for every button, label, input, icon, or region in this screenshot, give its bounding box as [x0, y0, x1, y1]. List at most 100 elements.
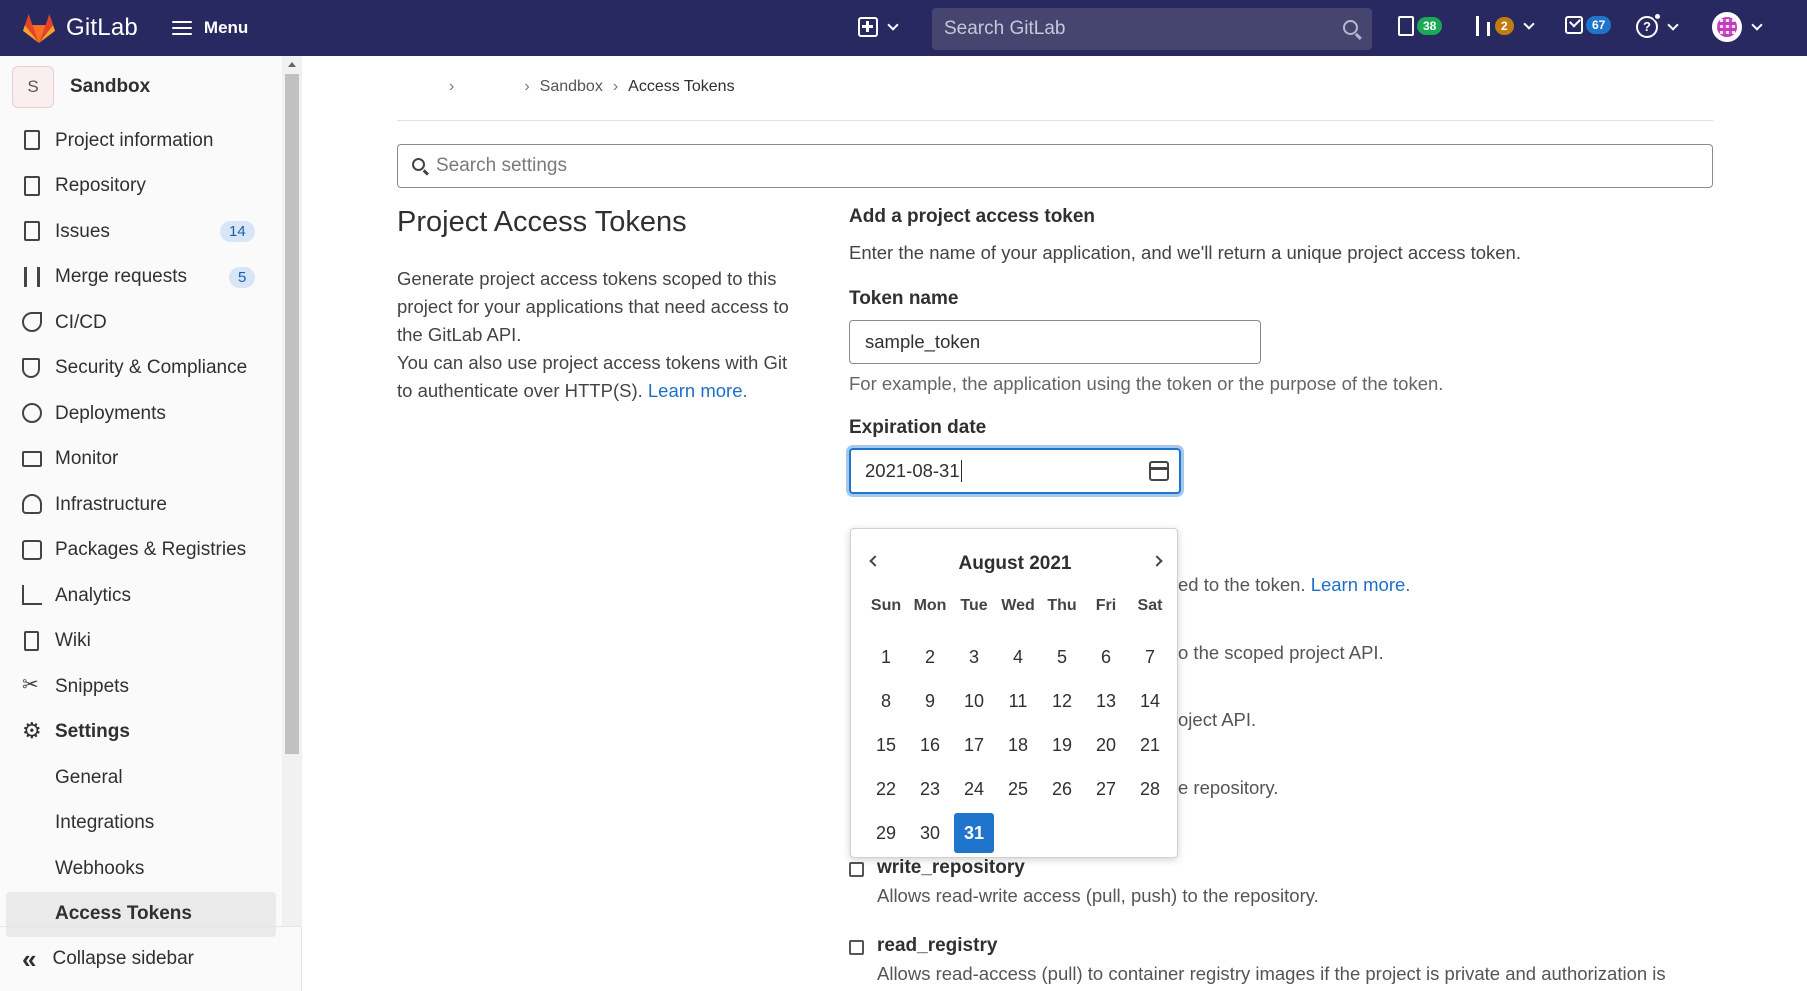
- weekday-header: Mon: [913, 597, 947, 614]
- project-name: Sandbox: [70, 76, 151, 97]
- calendar-day[interactable]: 22: [864, 767, 908, 811]
- calendar-day[interactable]: 24: [952, 767, 996, 811]
- calendar-day[interactable]: 17: [952, 723, 996, 767]
- mr-count-badge: 2: [1495, 17, 1514, 35]
- calendar-day[interactable]: 21: [1128, 723, 1172, 767]
- deployments-icon: [22, 403, 42, 423]
- issues-count-badge: 14: [220, 221, 255, 242]
- chart-icon: [22, 585, 42, 605]
- help-dropdown[interactable]: ?: [1636, 12, 1679, 38]
- todos-shortcut[interactable]: 67: [1565, 16, 1612, 34]
- sidebar-item-settings[interactable]: ⚙ Settings: [0, 710, 301, 756]
- sidebar-item-label: Security & Compliance: [55, 357, 248, 379]
- calendar-day[interactable]: 9: [908, 679, 952, 723]
- scroll-up-arrow-icon[interactable]: [288, 62, 296, 67]
- sidebar-item-infrastructure[interactable]: Infrastructure: [0, 482, 301, 528]
- calendar-day[interactable]: 3: [952, 635, 996, 679]
- weekday-header: Tue: [960, 597, 988, 614]
- sidebar-scrollbar[interactable]: [282, 56, 302, 926]
- token-name-input[interactable]: sample_token: [849, 320, 1261, 364]
- sidebar-item-packages-registries[interactable]: Packages & Registries: [0, 528, 301, 574]
- sidebar-item-label: Merge requests: [55, 266, 188, 288]
- settings-search-input[interactable]: Search settings: [397, 144, 1713, 188]
- sidebar-item-wiki[interactable]: Wiki: [0, 619, 301, 665]
- breadcrumb-current: Access Tokens: [628, 78, 735, 95]
- rocket-icon: [22, 312, 42, 332]
- calendar-day[interactable]: 18: [996, 723, 1040, 767]
- calendar-day[interactable]: 10: [952, 679, 996, 723]
- gitlab-logo[interactable]: GitLab: [22, 12, 138, 44]
- sidebar-item-issues[interactable]: Issues 14: [0, 209, 301, 255]
- calendar-day[interactable]: 23: [908, 767, 952, 811]
- issues-shortcut[interactable]: 38: [1398, 16, 1443, 36]
- expiration-date-label: Expiration date: [849, 417, 987, 438]
- todos-count-badge: 67: [1586, 16, 1612, 34]
- calendar-day[interactable]: 1: [864, 635, 908, 679]
- learn-more-link[interactable]: Learn more.: [648, 380, 748, 401]
- read-registry-checkbox[interactable]: [849, 940, 864, 955]
- calendar-day[interactable]: 15: [864, 723, 908, 767]
- sidebar-subitem-webhooks[interactable]: Webhooks: [0, 846, 301, 892]
- scopes-help-partial: ed to the token.: [1178, 574, 1306, 595]
- scope-name: write_repository: [877, 857, 1025, 878]
- calendar-day[interactable]: 29: [864, 811, 908, 855]
- breadcrumb-project-link[interactable]: Sandbox: [540, 78, 603, 96]
- write-repository-checkbox[interactable]: [849, 862, 864, 877]
- datepicker-popup: August 2021 Sun Mon Tue Wed Thu Fri Sat 1 2 3 4 5 6 7…: [850, 528, 1178, 858]
- sidebar-item-monitor[interactable]: Monitor: [0, 437, 301, 483]
- calendar-day[interactable]: 28: [1128, 767, 1172, 811]
- calendar-day[interactable]: 25: [996, 767, 1040, 811]
- calendar-day-selected[interactable]: 31: [954, 813, 994, 853]
- scrollbar-thumb[interactable]: [285, 74, 299, 754]
- calendar-day[interactable]: 30: [908, 811, 952, 855]
- calendar-day[interactable]: 27: [1084, 767, 1128, 811]
- calendar-day[interactable]: 16: [908, 723, 952, 767]
- calendar-day[interactable]: 13: [1084, 679, 1128, 723]
- sidebar-item-merge-requests[interactable]: Merge requests 5: [0, 255, 301, 301]
- calendar-day[interactable]: 14: [1128, 679, 1172, 723]
- weekday-header: Sat: [1137, 597, 1163, 614]
- sidebar-item-repository[interactable]: Repository: [0, 164, 301, 210]
- sidebar-item-deployments[interactable]: Deployments: [0, 391, 301, 437]
- calendar-day[interactable]: 4: [996, 635, 1040, 679]
- sidebar-item-snippets[interactable]: ✂ Snippets: [0, 664, 301, 710]
- calendar-day[interactable]: 26: [1040, 767, 1084, 811]
- sidebar-subitem-integrations[interactable]: Integrations: [0, 801, 301, 847]
- calendar-day[interactable]: 11: [996, 679, 1040, 723]
- calendar-day[interactable]: 2: [908, 635, 952, 679]
- search-icon: [412, 158, 425, 171]
- double-chevron-left-icon: «: [22, 943, 37, 974]
- sidebar-project-header[interactable]: S Sandbox: [0, 56, 301, 118]
- calendar-icon[interactable]: [1149, 461, 1169, 481]
- calendar-day[interactable]: 5: [1040, 635, 1084, 679]
- sidebar-item-project-information[interactable]: Project information: [0, 118, 301, 164]
- collapse-sidebar-button[interactable]: « Collapse sidebar: [0, 926, 302, 991]
- new-dropdown-button[interactable]: [858, 17, 899, 37]
- chevron-down-icon: [1523, 17, 1535, 30]
- expiration-date-input[interactable]: 2021-08-31: [849, 448, 1181, 494]
- sidebar-item-security-compliance[interactable]: Security & Compliance: [0, 346, 301, 392]
- expiration-date-value: 2021-08-31: [865, 460, 960, 481]
- sidebar-item-label: Project information: [55, 129, 214, 151]
- calendar-day[interactable]: 12: [1040, 679, 1084, 723]
- sidebar-item-analytics[interactable]: Analytics: [0, 573, 301, 619]
- menu-button[interactable]: Menu: [171, 18, 248, 38]
- sidebar-item-ci-cd[interactable]: CI/CD: [0, 300, 301, 346]
- shield-icon: [22, 357, 40, 378]
- calendar-day[interactable]: 7: [1128, 635, 1172, 679]
- datepicker-grid: Sun Mon Tue Wed Thu Fri Sat 1 2 3 4 5 6 7 8 9 10 11 12 13 14…: [864, 591, 1172, 855]
- calendar-day[interactable]: 8: [864, 679, 908, 723]
- api-scope-desc-partial: o the scoped project API.: [1178, 642, 1384, 663]
- token-name-help: For example, the application using the t…: [849, 373, 1444, 394]
- user-menu[interactable]: [1712, 12, 1763, 42]
- sidebar-item-label: Packages & Registries: [55, 539, 247, 561]
- calendar-day[interactable]: 20: [1084, 723, 1128, 767]
- sidebar-subitem-general[interactable]: General: [0, 755, 301, 801]
- scopes-learn-more-link[interactable]: Learn more.: [1311, 574, 1411, 595]
- calendar-day[interactable]: 6: [1084, 635, 1128, 679]
- merge-requests-dropdown[interactable]: 2: [1474, 16, 1535, 36]
- issues-icon: [1398, 16, 1414, 36]
- global-search-input[interactable]: Search GitLab: [932, 8, 1372, 50]
- collapse-sidebar-label: Collapse sidebar: [52, 948, 194, 969]
- calendar-day[interactable]: 19: [1040, 723, 1084, 767]
